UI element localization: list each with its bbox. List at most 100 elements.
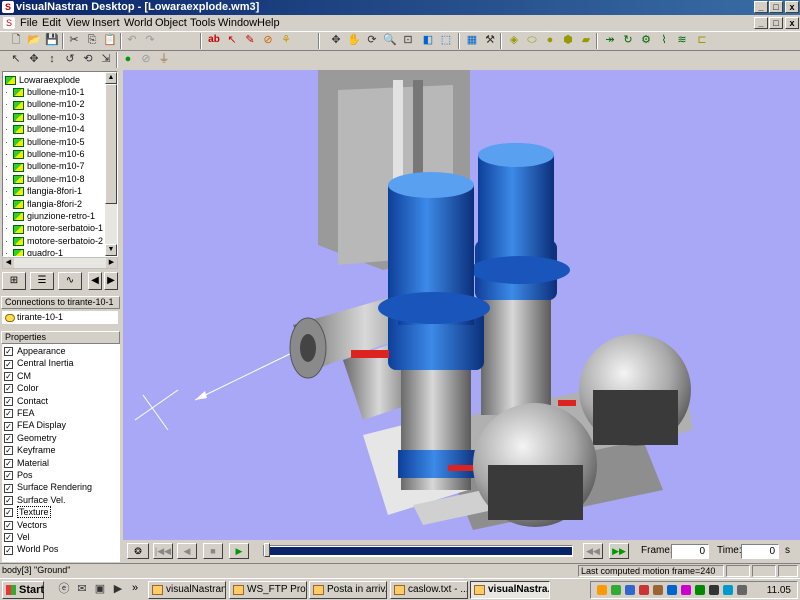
- tree-item[interactable]: · bullone-m10-4: [5, 123, 85, 135]
- grid-icon[interactable]: ▦: [464, 32, 480, 48]
- tray-icon-5[interactable]: [653, 585, 663, 595]
- doc-close-button[interactable]: x: [785, 17, 799, 29]
- property-item[interactable]: ✓ FEA: [4, 407, 35, 419]
- property-checkbox[interactable]: ✓: [4, 347, 13, 357]
- move-view-icon[interactable]: ✥: [328, 32, 344, 48]
- menu-help[interactable]: Help: [257, 16, 280, 30]
- rotate-object-icon[interactable]: ↺: [62, 51, 78, 67]
- tree-item[interactable]: · giunzione-retro-1: [5, 210, 95, 222]
- tray-icon-4[interactable]: [639, 585, 649, 595]
- property-item[interactable]: ✓ Vel: [4, 531, 30, 543]
- property-item[interactable]: ✓ Surface Vel.: [4, 494, 66, 506]
- spin-object-icon[interactable]: ⟲: [80, 51, 96, 67]
- taskbar-button[interactable]: caslow.txt - ...: [390, 581, 468, 599]
- tray-icon-6[interactable]: [667, 585, 677, 595]
- timeline-track[interactable]: [263, 543, 573, 557]
- new-file-icon[interactable]: 🗋: [8, 32, 24, 48]
- zoom-fit-icon[interactable]: ⊡: [400, 32, 416, 48]
- media-icon[interactable]: ▶: [110, 581, 126, 597]
- menu-tools[interactable]: Tools: [190, 16, 216, 30]
- rewind-start-icon[interactable]: |◀◀: [153, 543, 173, 559]
- motor-icon[interactable]: ⚙: [638, 32, 654, 48]
- disabled-anchor-icon[interactable]: ⊘: [138, 51, 154, 67]
- volume-icon[interactable]: [737, 585, 747, 595]
- menu-insert[interactable]: Insert: [92, 16, 120, 30]
- property-item[interactable]: ✓ Pos: [4, 469, 33, 481]
- property-checkbox[interactable]: ✓: [4, 371, 13, 381]
- property-checkbox[interactable]: ✓: [4, 409, 13, 419]
- step-back-icon[interactable]: ◀: [177, 543, 197, 559]
- rope-icon[interactable]: ≋: [674, 32, 690, 48]
- zoom-icon[interactable]: 🔍: [382, 32, 398, 48]
- tree-root[interactable]: Lowaraexplode: [5, 74, 80, 86]
- tree-item[interactable]: · bullone-m10-5: [5, 136, 85, 148]
- object-tree[interactable]: Lowaraexplode · bullone-m10-1 · bullone-m10…: [2, 71, 118, 257]
- property-item[interactable]: ✓ FEA Display: [4, 419, 66, 431]
- property-item[interactable]: ✓ Keyframe: [4, 444, 56, 456]
- tree-item[interactable]: · bullone-m10-1: [5, 86, 85, 98]
- tree-item[interactable]: · bullone-m10-7: [5, 160, 85, 172]
- timeline-slider-handle[interactable]: [264, 543, 270, 557]
- property-item[interactable]: ✓ Geometry: [4, 432, 57, 444]
- scroll-thumb[interactable]: [105, 84, 117, 204]
- pan-view-icon[interactable]: ✋: [346, 32, 362, 48]
- arrow-tool-icon[interactable]: ↖: [224, 32, 240, 48]
- doc-restore-button[interactable]: □: [769, 17, 783, 29]
- property-checkbox[interactable]: ✓: [4, 384, 13, 394]
- ie-icon[interactable]: ⓔ: [56, 581, 72, 597]
- tree-item[interactable]: · flangia-8fori-2: [5, 198, 82, 210]
- property-item[interactable]: ✓ Contact: [4, 395, 48, 407]
- property-checkbox[interactable]: ✓: [4, 359, 13, 369]
- tree-item[interactable]: · motore-serbatoio-1: [5, 222, 103, 234]
- box-icon[interactable]: ◈: [506, 32, 522, 48]
- title-bar[interactable]: S visualNastran Desktop - [Lowaraexplode…: [0, 0, 800, 15]
- rotate-view-icon[interactable]: ⟳: [364, 32, 380, 48]
- property-checkbox[interactable]: ✓: [4, 421, 13, 431]
- property-item[interactable]: ✓ Appearance: [4, 345, 66, 357]
- view-cube-icon[interactable]: ◧: [420, 32, 436, 48]
- stop-icon[interactable]: ■: [203, 543, 223, 559]
- property-item[interactable]: ✓ Vectors: [4, 519, 47, 531]
- select-arrow-icon[interactable]: ↖: [8, 51, 24, 67]
- spring-icon[interactable]: ⌇: [656, 32, 672, 48]
- tree-item[interactable]: · motore-serbatoio-2: [5, 235, 103, 247]
- time-input[interactable]: 0: [741, 544, 779, 559]
- taskbar-button[interactable]: visualNastra...: [470, 581, 550, 599]
- minimize-button[interactable]: _: [754, 1, 768, 13]
- text-tool-icon[interactable]: ab: [206, 32, 222, 48]
- tab-prev-icon[interactable]: ◀: [88, 272, 102, 290]
- tray-icon-2[interactable]: [611, 585, 621, 595]
- step-forward-icon[interactable]: ▶▶: [609, 543, 629, 559]
- tree-item[interactable]: · bullone-m10-2: [5, 98, 85, 110]
- property-checkbox[interactable]: ✓: [4, 471, 13, 481]
- tree-item[interactable]: · bullone-m10-8: [5, 173, 85, 185]
- property-item[interactable]: ✓ Texture: [4, 506, 51, 519]
- rotate-joint-icon[interactable]: ↻: [620, 32, 636, 48]
- taskbar-button[interactable]: visualNastran: [148, 581, 226, 599]
- copy-icon[interactable]: ⎘: [84, 32, 100, 48]
- menu-file[interactable]: File: [20, 16, 38, 30]
- menu-edit[interactable]: Edit: [42, 16, 61, 30]
- property-item[interactable]: ✓ Surface Rendering: [4, 481, 92, 493]
- actuator-icon[interactable]: ⊏: [694, 32, 710, 48]
- menu-window[interactable]: Window: [218, 16, 257, 30]
- tab-tree[interactable]: ⊞: [2, 272, 26, 290]
- maximize-button[interactable]: □: [769, 1, 783, 13]
- menu-object[interactable]: Object: [155, 16, 187, 30]
- quicklaunch-chevron-icon[interactable]: »: [132, 582, 138, 594]
- scroll-down-icon[interactable]: ▼: [105, 244, 117, 256]
- step-back-end-icon[interactable]: ◀◀: [583, 543, 603, 559]
- tray-icon-1[interactable]: [597, 585, 607, 595]
- property-checkbox[interactable]: ✓: [4, 545, 13, 555]
- close-button[interactable]: x: [785, 1, 799, 13]
- property-checkbox[interactable]: ✓: [4, 520, 13, 530]
- ground-icon[interactable]: ⏚: [156, 51, 172, 67]
- tray-icon-9[interactable]: [709, 585, 719, 595]
- outlook-icon[interactable]: ✉: [74, 581, 90, 597]
- tab-graph[interactable]: ∿: [58, 272, 82, 290]
- tree-scrollbar[interactable]: ▲ ▼: [105, 72, 117, 256]
- clock[interactable]: 11.05: [767, 583, 791, 599]
- simulation-settings-icon[interactable]: ❂: [127, 543, 149, 559]
- menu-world[interactable]: World: [124, 16, 153, 30]
- tray-icon-8[interactable]: [695, 585, 705, 595]
